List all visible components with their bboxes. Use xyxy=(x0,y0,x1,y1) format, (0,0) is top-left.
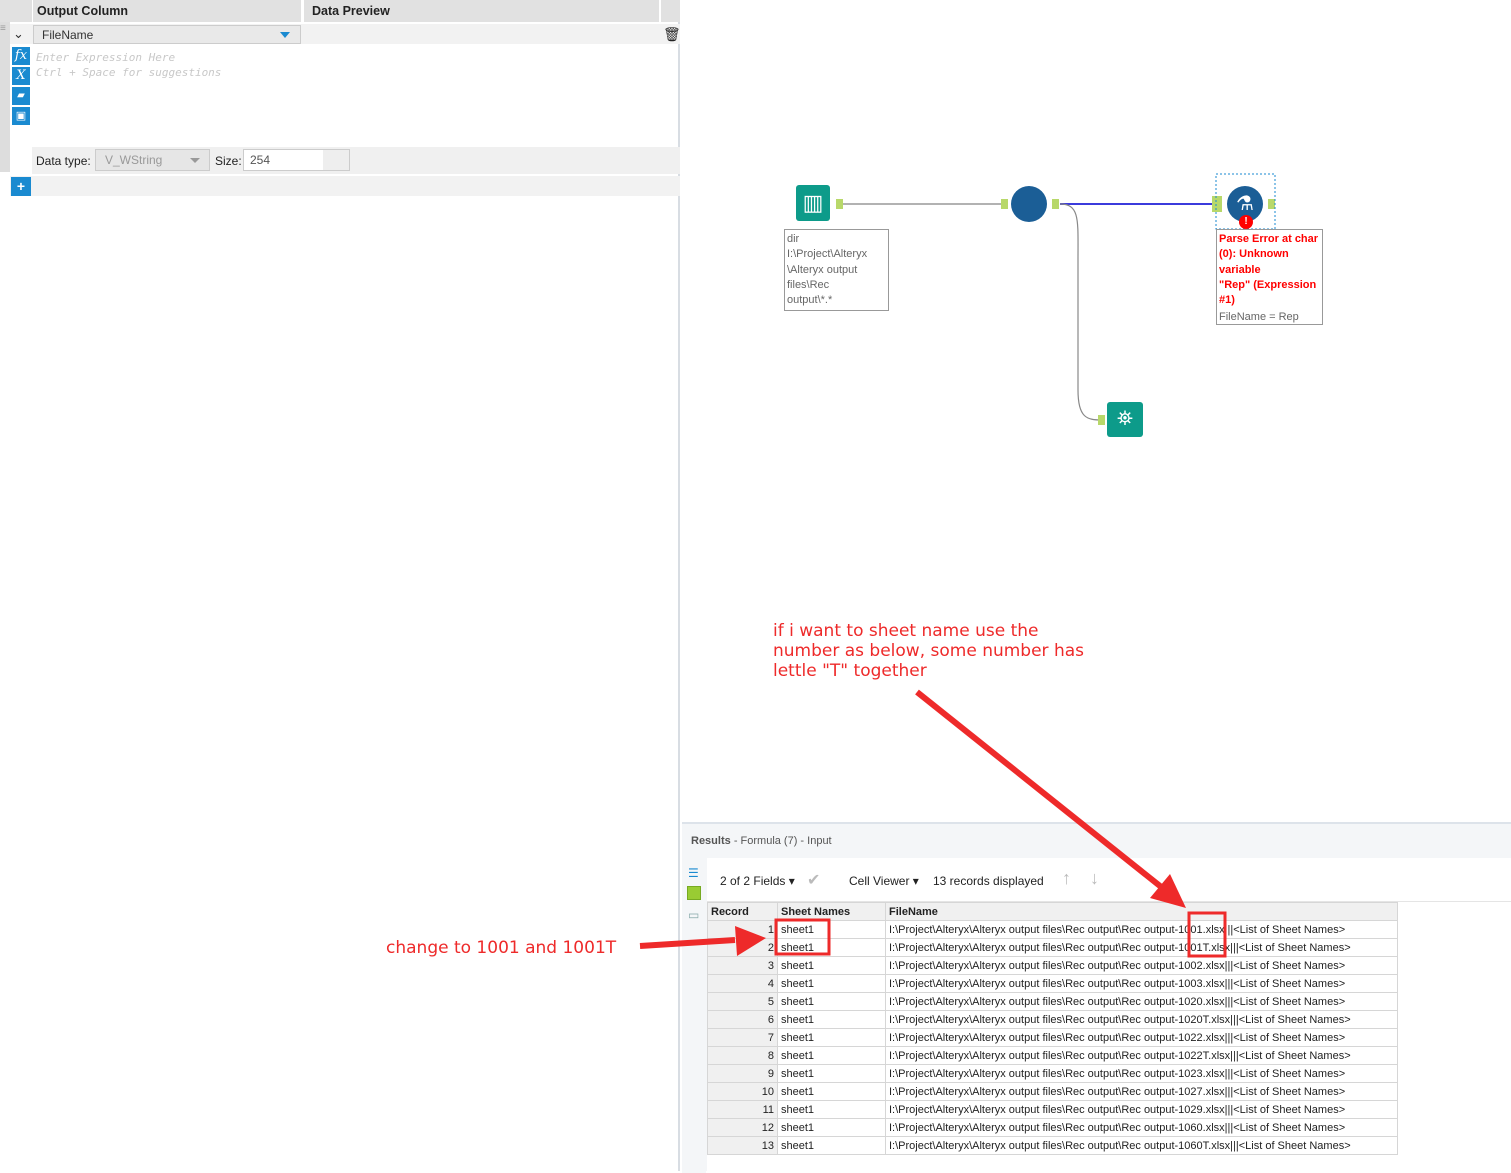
annotation-line: if i want to sheet name use the xyxy=(773,621,1039,641)
annotation-arrow xyxy=(639,937,736,949)
highlight-box-filename-number xyxy=(1187,911,1227,958)
arrowhead xyxy=(735,926,766,956)
annotation-text-top: if i want to sheet name use the number a… xyxy=(773,621,1084,681)
highlight-box-sheet-names xyxy=(774,918,831,956)
annotation-overlay xyxy=(639,689,1227,958)
annotation-text-left: change to 1001 and 1001T xyxy=(386,938,617,958)
annotation-line: number as below, some number has xyxy=(773,641,1084,661)
annotation-line: lettle "T" together xyxy=(773,661,927,681)
annotation-arrow xyxy=(915,689,1167,893)
